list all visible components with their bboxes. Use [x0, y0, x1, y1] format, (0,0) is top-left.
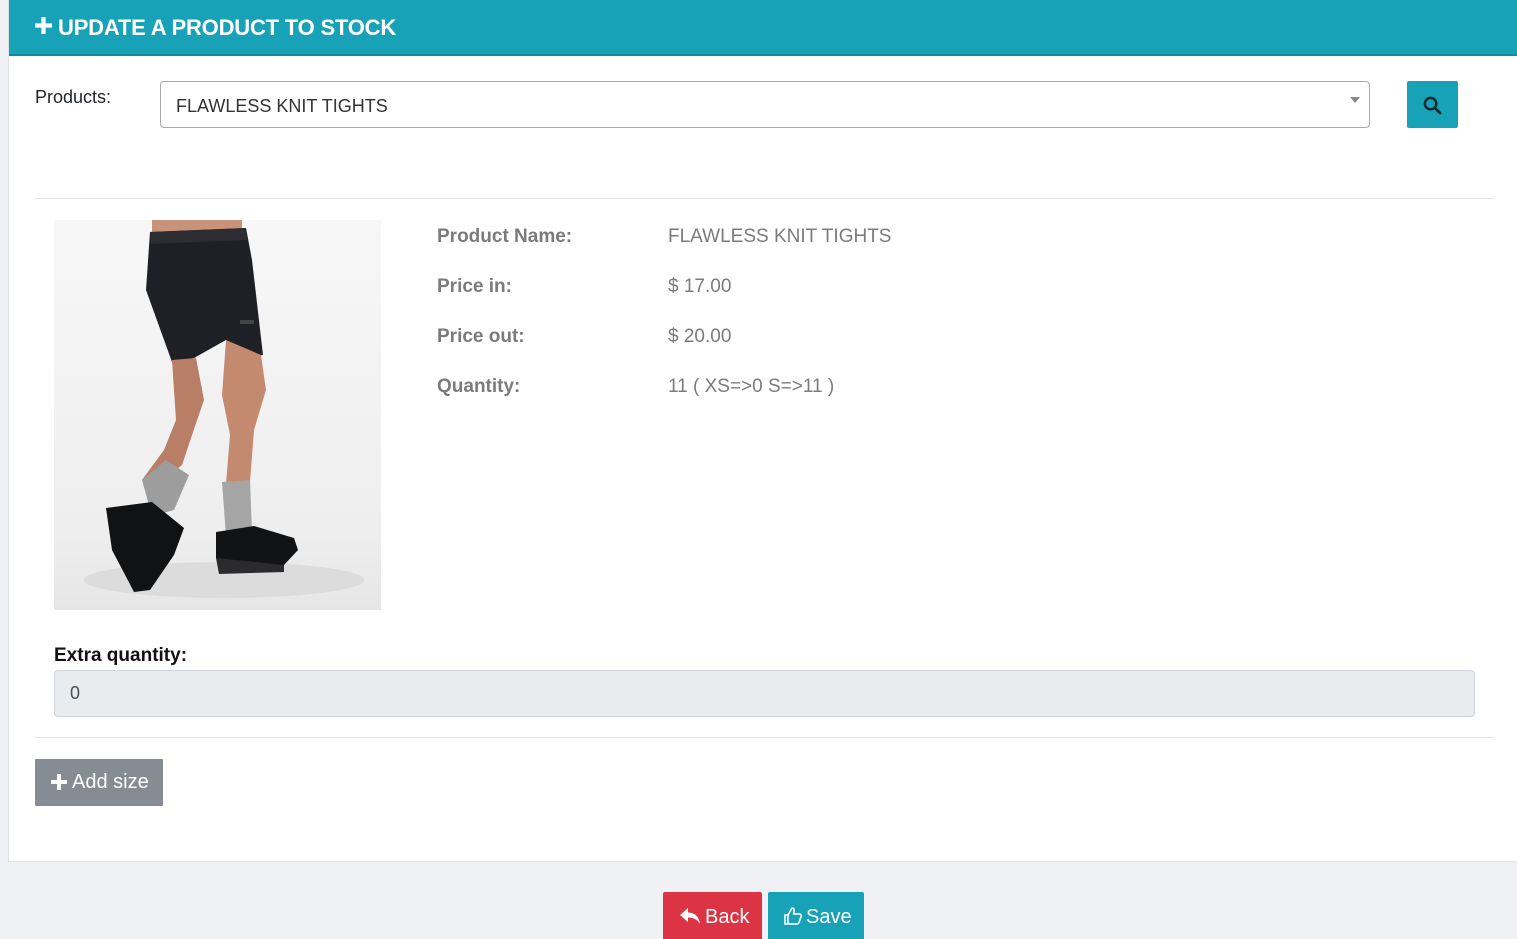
chevron-down-icon	[1350, 97, 1360, 103]
quantity-value: 11 ( XS=>0 S=>11 )	[668, 376, 835, 397]
product-name-value: FLAWLESS KNIT TIGHTS	[668, 226, 892, 247]
product-select-value: FLAWLESS KNIT TIGHTS	[176, 96, 388, 116]
add-size-button[interactable]: Add size	[35, 759, 163, 806]
divider	[35, 198, 1494, 199]
add-size-label: Add size	[72, 771, 149, 793]
page-title: UPDATE A PRODUCT TO STOCK	[58, 15, 397, 40]
plus-icon	[35, 17, 52, 34]
products-label: Products:	[35, 87, 112, 107]
search-icon	[1423, 96, 1442, 115]
reply-icon	[680, 908, 700, 924]
divider	[35, 737, 1494, 738]
back-label: Back	[705, 906, 750, 928]
quantity-label: Quantity:	[437, 376, 521, 397]
update-product-card: UPDATE A PRODUCT TO STOCK Products: FLAW…	[8, 0, 1517, 862]
save-label: Save	[806, 906, 852, 928]
back-button[interactable]: Back	[663, 892, 762, 939]
price-out-label: Price out:	[437, 326, 525, 347]
product-select[interactable]: FLAWLESS KNIT TIGHTS	[160, 81, 1370, 128]
card-header: UPDATE A PRODUCT TO STOCK	[9, 0, 1517, 56]
price-in-value: $ 17.00	[668, 276, 732, 297]
thumbs-up-icon	[784, 907, 803, 925]
save-button[interactable]: Save	[768, 892, 864, 939]
extra-quantity-input[interactable]	[54, 670, 1475, 717]
search-button[interactable]	[1407, 81, 1458, 128]
price-out-value: $ 20.00	[668, 326, 732, 347]
product-image	[54, 220, 381, 610]
extra-quantity-label: Extra quantity:	[54, 645, 188, 666]
price-in-label: Price in:	[437, 276, 512, 297]
product-name-label: Product Name:	[437, 226, 573, 247]
plus-icon	[51, 774, 67, 790]
